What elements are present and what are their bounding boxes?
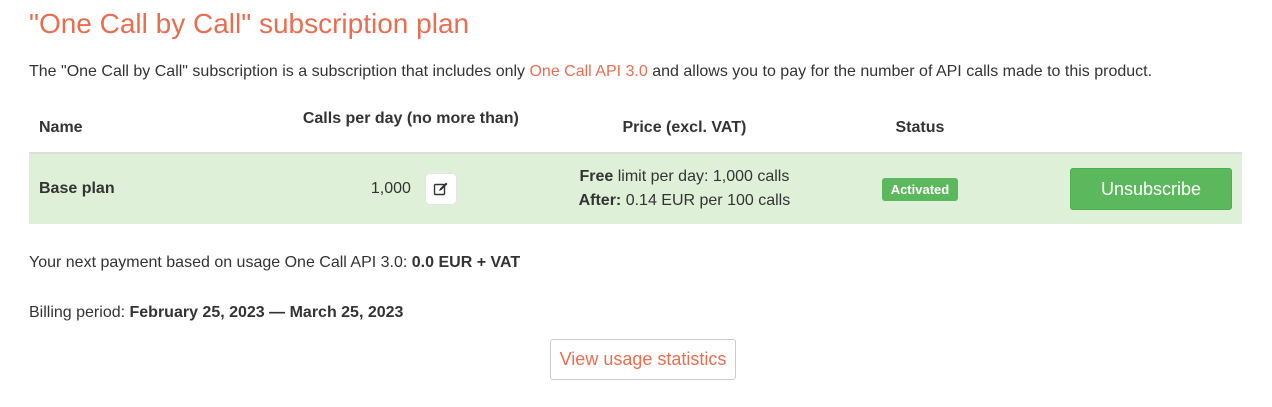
status-badge: Activated	[881, 177, 959, 201]
plan-status-cell: Activated	[839, 153, 1000, 224]
description-text-before: The "One Call by Call" subscription is a…	[29, 63, 530, 80]
next-payment: Your next payment based on usage One Cal…	[29, 252, 1243, 274]
table-row: Base plan 1,000 Free limit per day: 1,00…	[29, 153, 1242, 224]
price-free-text: limit per day: 1,000 calls	[613, 168, 790, 185]
description-text-after: and allows you to pay for the number of …	[647, 63, 1153, 80]
header-action	[1000, 104, 1242, 154]
subscription-page: "One Call by Call" subscription plan The…	[0, 0, 1272, 407]
next-payment-label: Your next payment based on usage One Cal…	[29, 254, 412, 271]
plan-price-cell: Free limit per day: 1,000 calls After: 0…	[528, 153, 840, 224]
plan-name: Base plan	[29, 153, 237, 224]
view-usage-statistics-button[interactable]: View usage statistics	[550, 339, 736, 380]
next-payment-value: 0.0 EUR + VAT	[411, 254, 521, 271]
price-free-line: Free limit per day: 1,000 calls	[539, 165, 830, 189]
price-free-label: Free	[579, 168, 614, 185]
header-name: Name	[29, 104, 237, 154]
billing-period: Billing period: February 25, 2023 — Marc…	[29, 302, 1243, 324]
one-call-api-link[interactable]: One Call API 3.0	[529, 63, 647, 80]
stats-container: View usage statistics	[29, 339, 1243, 380]
page-title: "One Call by Call" subscription plan	[29, 8, 470, 39]
plan-calls-cell: 1,000	[236, 153, 529, 224]
header-calls-label: Calls per day (no more than)	[302, 110, 519, 127]
billing-period-label: Billing period:	[29, 304, 130, 321]
edit-icon	[433, 182, 448, 196]
billing-period-value: February 25, 2023 — March 25, 2023	[129, 304, 404, 321]
plans-table: Name Calls per day (no more than) Price …	[29, 104, 1242, 224]
edit-calls-button[interactable]	[424, 173, 457, 205]
price-after-text: 0.14 EUR per 100 calls	[621, 192, 791, 209]
price-after-label: After:	[578, 192, 622, 209]
table-header-row: Name Calls per day (no more than) Price …	[29, 104, 1242, 154]
plan-calls-value: 1,000	[370, 180, 411, 197]
header-status: Status	[839, 104, 1000, 154]
plan-action-cell: Unsubscribe	[1000, 153, 1242, 224]
header-price: Price (excl. VAT)	[528, 104, 840, 154]
header-calls: Calls per day (no more than)	[236, 104, 529, 154]
plan-description: The "One Call by Call" subscription is a…	[29, 60, 1219, 84]
price-after-line: After: 0.14 EUR per 100 calls	[539, 189, 830, 213]
unsubscribe-button[interactable]: Unsubscribe	[1070, 168, 1232, 210]
